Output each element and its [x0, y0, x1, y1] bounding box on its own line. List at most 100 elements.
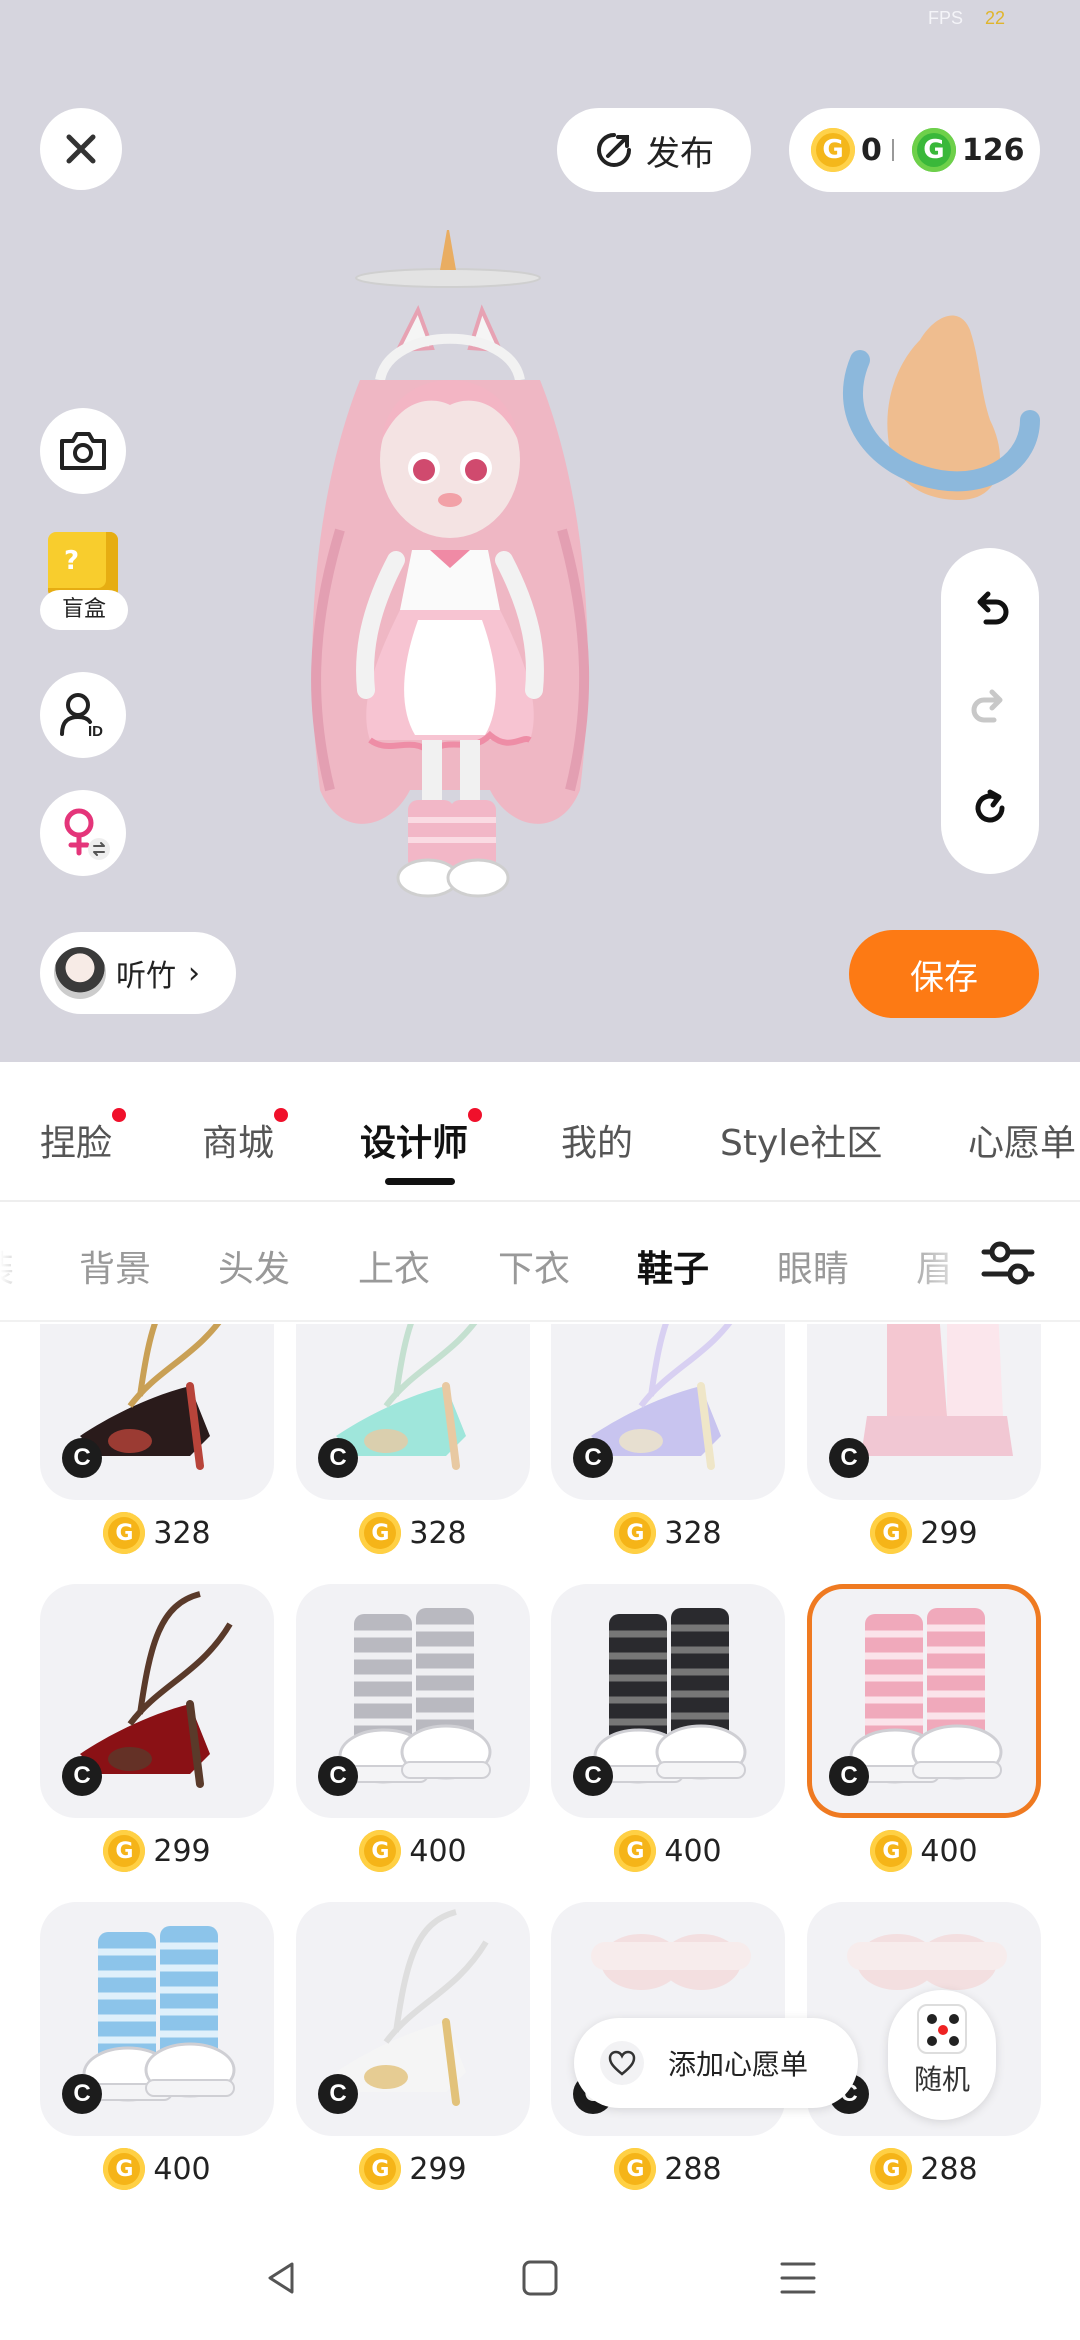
avatar-id-button[interactable]: ID [40, 672, 126, 758]
avatar-figure [311, 230, 590, 898]
user-name: 听竹 [116, 959, 176, 994]
refresh-icon [975, 789, 1005, 823]
camera-button[interactable] [40, 408, 126, 494]
nav-menu-button[interactable] [768, 2248, 828, 2308]
price-value: 288 [920, 2151, 978, 2187]
tab-designer[interactable]: 设计师 [360, 1108, 483, 1166]
shoe-item[interactable]: C G 299 [807, 1324, 1041, 1566]
blindbox-label: 盲盒 [40, 590, 128, 630]
price-value: 400 [409, 1833, 467, 1869]
svg-text:ID: ID [88, 723, 103, 740]
shoe-item[interactable]: C G 328 [551, 1324, 785, 1566]
main-tabs: 捏脸 商城 设计师 我的 Style社区 心愿单 [0, 1062, 1080, 1202]
shoe-item[interactable]: C G 328 [40, 1324, 274, 1566]
creator-badge-icon: C [829, 1438, 869, 1478]
chevron-right-icon: › [188, 955, 200, 991]
blindbox-button[interactable]: ? 盲盒 [40, 532, 128, 636]
gold-coin-icon: G [870, 1830, 913, 1872]
tab-face[interactable]: 捏脸 [40, 1108, 127, 1166]
subtab-background[interactable]: 背景 [79, 1240, 151, 1292]
user-id-icon: ID [60, 693, 103, 740]
random-button[interactable]: 随机 [888, 1990, 996, 2120]
tab-store[interactable]: 商城 [202, 1108, 289, 1166]
heart-icon [600, 2041, 644, 2085]
filter-sliders-icon [981, 1241, 1035, 1285]
creator-badge-icon: C [829, 1756, 869, 1796]
publish-icon [597, 133, 631, 167]
gold-coin-count: 0 [861, 132, 882, 168]
redo-button[interactable] [960, 678, 1020, 738]
system-navigation-bar [0, 2222, 1080, 2340]
gold-coin-icon: G [870, 1512, 913, 1554]
item-price: G 400 [296, 1830, 530, 1872]
shoe-thumbnail[interactable]: C [296, 1324, 530, 1500]
price-value: 328 [664, 1515, 722, 1551]
subtab-top[interactable]: 上衣 [358, 1240, 430, 1292]
tab-mine[interactable]: 我的 [561, 1114, 633, 1166]
gender-switch-button[interactable] [40, 790, 126, 876]
creator-badge-icon: C [62, 2074, 102, 2114]
shoe-item[interactable]: C G 400 [296, 1584, 530, 1884]
fps-counter: FPS 22 [928, 8, 1006, 28]
subtab-bottom[interactable]: 下衣 [498, 1240, 570, 1292]
publish-label: 发布 [646, 133, 714, 174]
avatar-preview[interactable]: FPS 22 发布 G 0 G 126 ? 盲盒 ID 听竹 › 保存 [0, 0, 1080, 1062]
filter-button[interactable] [978, 1232, 1048, 1296]
shoe-thumbnail[interactable]: C [296, 1902, 530, 2136]
female-swap-icon [64, 808, 110, 860]
tab-style-community[interactable]: Style社区 [720, 1114, 882, 1166]
subtab-eyes[interactable]: 眼睛 [777, 1240, 849, 1292]
price-value: 400 [920, 1833, 978, 1869]
shoe-item[interactable]: C G 400 [807, 1584, 1041, 1884]
wishlist-label: 添加心愿单 [668, 2048, 809, 2081]
subtab-shoes[interactable]: 鞋子 [637, 1240, 709, 1292]
nav-home-button[interactable] [510, 2248, 570, 2308]
gold-coin-icon: G [359, 1830, 402, 1872]
currency-balance[interactable]: G 0 G 126 [789, 108, 1040, 192]
shoe-thumbnail[interactable]: C [551, 1584, 785, 1818]
item-price: G 288 [807, 2148, 1041, 2190]
creator-badge-icon: C [318, 2074, 358, 2114]
avatar [54, 947, 106, 999]
home-square-icon [522, 2260, 558, 2296]
save-button[interactable]: 保存 [849, 930, 1039, 1018]
nav-back-button[interactable] [252, 2248, 312, 2308]
shoe-thumbnail[interactable]: C [40, 1584, 274, 1818]
price-value: 328 [153, 1515, 211, 1551]
gold-coin-icon: G [614, 1512, 657, 1554]
shoe-thumbnail[interactable]: C [40, 1902, 274, 2136]
user-profile-chip[interactable]: 听竹 › [40, 932, 236, 1014]
random-label: 随机 [913, 2063, 970, 2096]
dice-icon [917, 2004, 967, 2054]
edit-history-panel [941, 548, 1039, 874]
price-value: 299 [153, 1833, 211, 1869]
shoe-item[interactable]: C G 299 [40, 1584, 274, 1884]
green-coin-count: 126 [961, 132, 1025, 168]
close-button[interactable] [40, 108, 122, 190]
price-value: 299 [920, 1515, 978, 1551]
add-to-wishlist-button[interactable]: 添加心愿单 [574, 2018, 858, 2108]
shoe-thumbnail[interactable]: C [551, 1324, 785, 1500]
shoe-thumbnail[interactable]: C [40, 1324, 274, 1500]
item-price: G 328 [296, 1512, 530, 1554]
price-value: 400 [153, 2151, 211, 2187]
shoe-thumbnail[interactable]: C [807, 1584, 1041, 1818]
close-icon [66, 134, 96, 164]
shoe-item[interactable]: C G 328 [296, 1324, 530, 1566]
notification-dot [112, 1108, 127, 1122]
publish-button[interactable]: 发布 [557, 108, 751, 192]
price-value: 288 [664, 2151, 722, 2187]
item-price: G 299 [40, 1830, 274, 1872]
tab-wishlist[interactable]: 心愿单 [968, 1114, 1076, 1166]
undo-button[interactable] [960, 580, 1020, 640]
category-tabs: 装 背景 头发 上衣 下衣 鞋子 眼睛 眉 [0, 1204, 1080, 1322]
shoe-item[interactable]: C G 299 [296, 1902, 530, 2202]
shoe-item[interactable]: C G 400 [551, 1584, 785, 1884]
shoe-item[interactable]: C G 400 [40, 1902, 274, 2202]
shoe-thumbnail[interactable]: C [807, 1324, 1041, 1500]
shoe-thumbnail[interactable]: C [296, 1584, 530, 1818]
item-price: G 288 [551, 2148, 785, 2190]
item-price: G 328 [551, 1512, 785, 1554]
reset-button[interactable] [960, 778, 1020, 838]
subtab-hair[interactable]: 头发 [218, 1240, 290, 1292]
